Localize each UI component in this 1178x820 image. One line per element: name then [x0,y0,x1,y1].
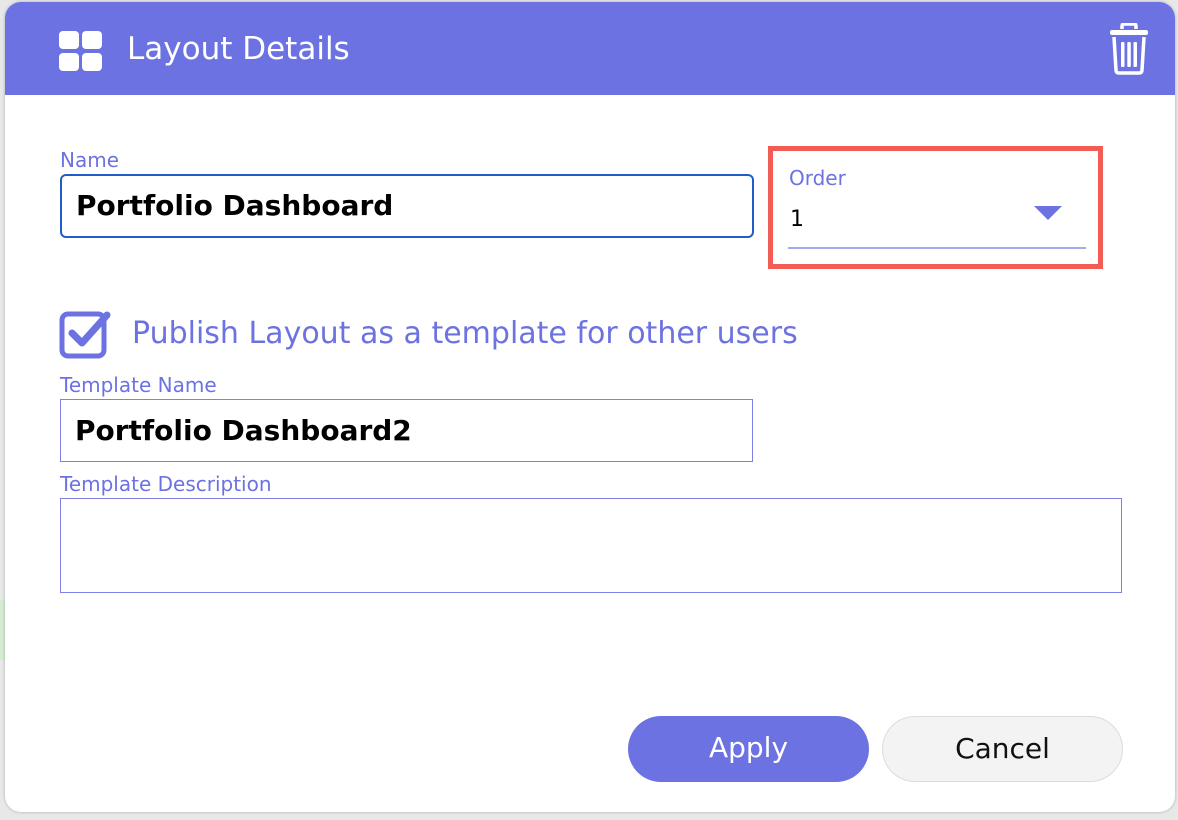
dialog-title: Layout Details [127,31,350,67]
template-description-textarea[interactable] [60,498,1122,593]
template-name-input[interactable]: Portfolio Dashboard2 [60,399,753,462]
template-description-label: Template Description [60,472,272,496]
chevron-down-icon[interactable] [1034,206,1062,220]
template-name-label: Template Name [60,373,217,397]
layout-details-dialog: Layout Details Name Portfolio Dashboard … [5,2,1175,812]
apply-button[interactable]: Apply [628,716,869,782]
name-input[interactable]: Portfolio Dashboard [60,174,754,238]
dialog-header: Layout Details [5,2,1175,95]
publish-checkbox-label[interactable]: Publish Layout as a template for other u… [132,314,798,354]
order-select[interactable]: 1 [790,206,804,234]
order-underline [788,247,1086,249]
trash-icon[interactable] [1104,22,1154,75]
order-label: Order [789,166,846,190]
cancel-button[interactable]: Cancel [882,716,1123,782]
layout-grid-icon [59,31,103,71]
name-label: Name [60,148,120,172]
publish-checkbox[interactable] [59,308,111,360]
